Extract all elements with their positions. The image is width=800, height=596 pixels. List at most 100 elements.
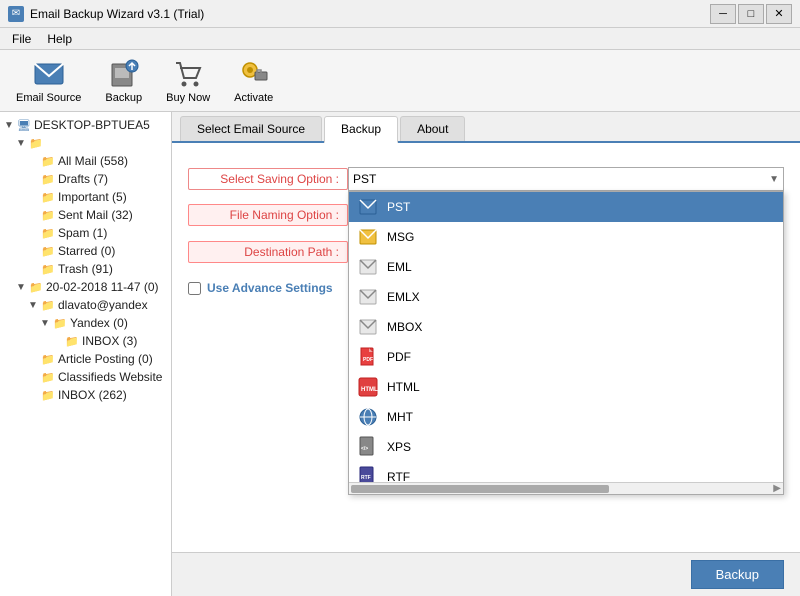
tree-item-desktop[interactable]: ▼ 🖥 DESKTOP-BPTUEA5 bbox=[0, 116, 171, 134]
tree-label-inbox262: INBOX (262) bbox=[58, 388, 127, 402]
xps-icon: </> bbox=[357, 436, 379, 458]
folder-icon-inbox3: 📁 bbox=[64, 333, 80, 349]
dropdown-item-mht[interactable]: MHT bbox=[349, 402, 783, 432]
tree-item-allmail[interactable]: 📁 All Mail (558) bbox=[0, 152, 171, 170]
tree-item-starred[interactable]: 📁 Starred (0) bbox=[0, 242, 171, 260]
tree-label: DESKTOP-BPTUEA5 bbox=[34, 118, 150, 132]
folder-icon-dlavato: 📁 bbox=[40, 297, 56, 313]
selected-format-label: PST bbox=[353, 172, 376, 186]
tree-item-inbox3[interactable]: 📁 INBOX (3) bbox=[0, 332, 171, 350]
folder-icon-spam: 📁 bbox=[40, 225, 56, 241]
tree-label-classifieds: Classifieds Website bbox=[58, 370, 162, 384]
eml-label: EML bbox=[387, 260, 412, 274]
menu-help[interactable]: Help bbox=[39, 30, 80, 48]
folder-icon-yandex: 📁 bbox=[52, 315, 68, 331]
folder-icon-trash: 📁 bbox=[40, 261, 56, 277]
tree-item-folder1[interactable]: ▼ 📁 bbox=[0, 134, 171, 152]
backup-icon bbox=[108, 58, 140, 90]
expand-icon-2[interactable]: ▼ bbox=[16, 138, 28, 149]
tree-label-important: Important (5) bbox=[58, 190, 127, 204]
tree-item-dlavato[interactable]: ▼ 📁 dlavato@yandex bbox=[0, 296, 171, 314]
tree-label-trash: Trash (91) bbox=[58, 262, 113, 276]
dropdown-hscroll-thumb[interactable] bbox=[351, 485, 609, 493]
expand-icon-3 bbox=[28, 156, 40, 167]
tree-label-dlavato: dlavato@yandex bbox=[58, 298, 148, 312]
tree-item-yandex[interactable]: ▼ 📁 Yandex (0) bbox=[0, 314, 171, 332]
folder-icon-inbox262: 📁 bbox=[40, 387, 56, 403]
toolbar-buy-now[interactable]: Buy Now bbox=[158, 54, 218, 108]
pst-icon bbox=[357, 196, 379, 218]
tree-item-important[interactable]: 📁 Important (5) bbox=[0, 188, 171, 206]
bottom-bar: Backup bbox=[172, 552, 800, 596]
saving-option-dropdown[interactable]: PST ▼ PST bbox=[348, 167, 784, 191]
tree-label-yandex: Yandex (0) bbox=[70, 316, 128, 330]
folder-icon-important: 📁 bbox=[40, 189, 56, 205]
dropdown-item-mbox[interactable]: MBOX bbox=[349, 312, 783, 342]
dropdown-item-pst[interactable]: PST bbox=[349, 192, 783, 222]
dropdown-hscroll[interactable]: ▶ bbox=[349, 482, 783, 494]
emlx-label: EMLX bbox=[387, 290, 420, 304]
folder-icon-1: 📁 bbox=[28, 135, 44, 151]
msg-label: MSG bbox=[387, 230, 414, 244]
tree-label-drafts: Drafts (7) bbox=[58, 172, 108, 186]
toolbar-backup[interactable]: Backup bbox=[97, 54, 150, 108]
dropdown-item-pdf[interactable]: PDF PDF bbox=[349, 342, 783, 372]
left-panel: ▼ 🖥 DESKTOP-BPTUEA5 ▼ 📁 📁 All Mail (558)… bbox=[0, 112, 172, 596]
tab-select-email-source[interactable]: Select Email Source bbox=[180, 116, 322, 141]
buy-now-icon bbox=[172, 58, 204, 90]
tree-item-spam[interactable]: 📁 Spam (1) bbox=[0, 224, 171, 242]
dropdown-item-eml[interactable]: EML bbox=[349, 252, 783, 282]
title-bar: ✉ Email Backup Wizard v3.1 (Trial) ─ □ ✕ bbox=[0, 0, 800, 28]
dropdown-item-rtf[interactable]: RTF RTF bbox=[349, 462, 783, 482]
dropdown-scroll-area: PST MSG bbox=[349, 192, 783, 482]
tree-item-sentmail[interactable]: 📁 Sent Mail (32) bbox=[0, 206, 171, 224]
minimize-button[interactable]: ─ bbox=[710, 4, 736, 24]
folder-icon-sent: 📁 bbox=[40, 207, 56, 223]
backup-button[interactable]: Backup bbox=[691, 560, 784, 589]
toolbar: Email Source Backup Buy Now bbox=[0, 50, 800, 112]
naming-option-label: File Naming Option : bbox=[188, 204, 348, 226]
tree-item-trash[interactable]: 📁 Trash (91) bbox=[0, 260, 171, 278]
toolbar-activate[interactable]: Activate bbox=[226, 54, 281, 108]
tree-label-date: 20-02-2018 11-47 (0) bbox=[46, 280, 159, 294]
svg-text:RTF: RTF bbox=[361, 475, 371, 481]
mbox-icon bbox=[357, 316, 379, 338]
pdf-icon: PDF bbox=[357, 346, 379, 368]
close-button[interactable]: ✕ bbox=[766, 4, 792, 24]
pst-label: PST bbox=[387, 200, 410, 214]
tree-item-classifieds[interactable]: 📁 Classifieds Website bbox=[0, 368, 171, 386]
tab-bar: Select Email Source Backup About bbox=[172, 112, 800, 143]
advance-settings-checkbox[interactable] bbox=[188, 282, 201, 295]
email-source-icon bbox=[33, 58, 65, 90]
tab-about[interactable]: About bbox=[400, 116, 465, 141]
tree-label-allmail: All Mail (558) bbox=[58, 154, 128, 168]
xps-label: XPS bbox=[387, 440, 411, 454]
toolbar-email-source[interactable]: Email Source bbox=[8, 54, 89, 108]
mht-label: MHT bbox=[387, 410, 413, 424]
dropdown-item-xps[interactable]: </> XPS bbox=[349, 432, 783, 462]
email-source-label: Email Source bbox=[16, 92, 81, 104]
svg-text:</>: </> bbox=[361, 446, 368, 452]
dropdown-selected-value[interactable]: PST ▼ bbox=[348, 167, 784, 191]
tab-backup[interactable]: Backup bbox=[324, 116, 398, 143]
svg-text:HTML: HTML bbox=[361, 387, 378, 393]
app-title: Email Backup Wizard v3.1 (Trial) bbox=[30, 7, 204, 21]
menu-file[interactable]: File bbox=[4, 30, 39, 48]
dropdown-item-msg[interactable]: MSG bbox=[349, 222, 783, 252]
tree-item-article[interactable]: 📁 Article Posting (0) bbox=[0, 350, 171, 368]
dropdown-item-html[interactable]: HTML HTML bbox=[349, 372, 783, 402]
maximize-button[interactable]: □ bbox=[738, 4, 764, 24]
msg-icon bbox=[357, 226, 379, 248]
tree-item-inbox262[interactable]: 📁 INBOX (262) bbox=[0, 386, 171, 404]
right-panel: Select Email Source Backup About Select … bbox=[172, 112, 800, 596]
advance-settings-label[interactable]: Use Advance Settings bbox=[207, 281, 333, 295]
folder-icon-starred: 📁 bbox=[40, 243, 56, 259]
folder-icon-classifieds: 📁 bbox=[40, 369, 56, 385]
expand-icon[interactable]: ▼ bbox=[4, 120, 16, 131]
activate-label: Activate bbox=[234, 92, 273, 104]
dropdown-item-emlx[interactable]: EMLX bbox=[349, 282, 783, 312]
tree-item-drafts[interactable]: 📁 Drafts (7) bbox=[0, 170, 171, 188]
tree-item-date[interactable]: ▼ 📁 20-02-2018 11-47 (0) bbox=[0, 278, 171, 296]
dropdown-menu: PST MSG bbox=[348, 191, 784, 495]
tree-label-spam: Spam (1) bbox=[58, 226, 107, 240]
